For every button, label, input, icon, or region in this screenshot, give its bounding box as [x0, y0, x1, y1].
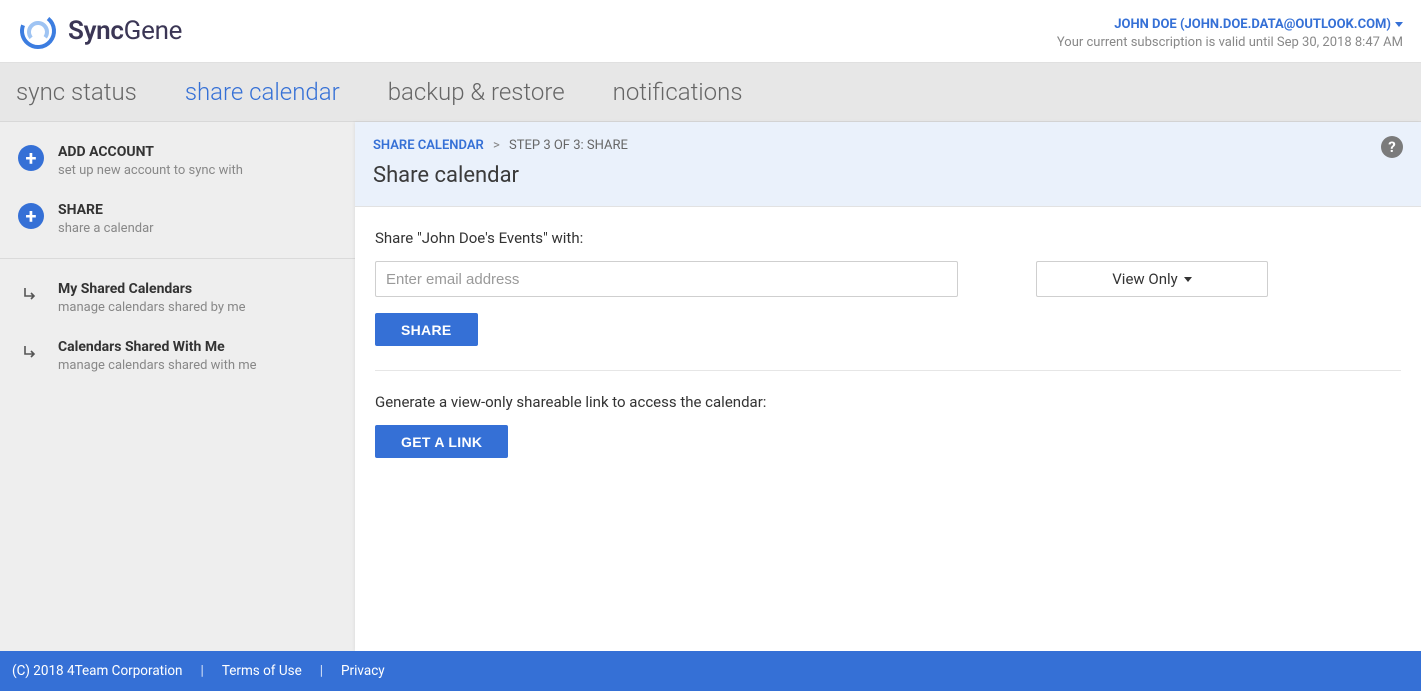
sidebar-item-sub: manage calendars shared by me — [58, 300, 246, 315]
sidebar-item-title: My Shared Calendars — [58, 281, 246, 297]
permission-dropdown[interactable]: View Only — [1036, 261, 1268, 297]
subscription-status: Your current subscription is valid until… — [1057, 35, 1403, 50]
breadcrumb-sep: > — [487, 138, 506, 153]
get-link-button[interactable]: GET A LINK — [375, 425, 508, 458]
sidebar-secondary: My Shared Calendars manage calendars sha… — [0, 259, 355, 395]
panel-body: Share "John Doe's Events" with: View Onl… — [355, 207, 1421, 480]
email-input[interactable] — [375, 261, 958, 297]
panel-title: Share calendar — [373, 163, 1403, 188]
sidebar-item-sub: set up new account to sync with — [58, 163, 243, 178]
link-label: Generate a view-only shareable link to a… — [375, 393, 1401, 411]
breadcrumb: SHARE CALENDAR > STEP 3 OF 3: SHARE — [373, 138, 1403, 153]
plus-icon: + — [18, 145, 44, 171]
sidebar-share[interactable]: + SHARE share a calendar — [0, 190, 355, 248]
plus-icon: + — [18, 203, 44, 229]
logo-text: SyncGene — [68, 16, 182, 46]
footer: (C) 2018 4Team Corporation | Terms of Us… — [0, 651, 1421, 691]
sidebar-shared-with-me[interactable]: Calendars Shared With Me manage calendar… — [0, 327, 355, 385]
share-button[interactable]: SHARE — [375, 313, 478, 346]
sidebar-item-sub: share a calendar — [58, 221, 154, 236]
sidebar-my-shared[interactable]: My Shared Calendars manage calendars sha… — [0, 269, 355, 327]
footer-sep: | — [201, 663, 204, 679]
share-form-row: View Only — [375, 261, 1401, 297]
help-icon[interactable]: ? — [1381, 136, 1403, 158]
nav-share-calendar[interactable]: share calendar — [161, 78, 364, 106]
panel-header: SHARE CALENDAR > STEP 3 OF 3: SHARE Shar… — [355, 122, 1421, 207]
breadcrumb-step: STEP 3 OF 3: SHARE — [509, 138, 628, 153]
main-nav: sync status share calendar backup & rest… — [0, 63, 1421, 122]
sidebar-item-sub: manage calendars shared with me — [58, 358, 257, 373]
chevron-down-icon — [1395, 22, 1403, 27]
sidebar-add-account[interactable]: + ADD ACCOUNT set up new account to sync… — [0, 132, 355, 190]
footer-terms[interactable]: Terms of Use — [222, 663, 302, 679]
content: + ADD ACCOUNT set up new account to sync… — [0, 122, 1421, 651]
share-with-label: Share "John Doe's Events" with: — [375, 229, 1401, 247]
top-bar: SyncGene JOHN DOE (JOHN.DOE.DATA@OUTLOOK… — [0, 0, 1421, 63]
footer-privacy[interactable]: Privacy — [341, 663, 385, 679]
permission-selected: View Only — [1112, 270, 1178, 288]
sidebar-primary: + ADD ACCOUNT set up new account to sync… — [0, 122, 355, 259]
user-area: JOHN DOE (JOHN.DOE.DATA@OUTLOOK.COM) You… — [1057, 13, 1403, 50]
footer-sep: | — [320, 663, 323, 679]
nav-notifications[interactable]: notifications — [589, 78, 767, 106]
logo[interactable]: SyncGene — [18, 11, 182, 51]
arrow-sub-icon — [18, 282, 44, 308]
arrow-sub-icon — [18, 340, 44, 366]
logo-icon — [18, 11, 58, 51]
sidebar-item-title: ADD ACCOUNT — [58, 144, 243, 160]
footer-copyright: (C) 2018 4Team Corporation — [12, 663, 183, 679]
divider — [375, 370, 1401, 371]
sidebar: + ADD ACCOUNT set up new account to sync… — [0, 122, 355, 651]
breadcrumb-root[interactable]: SHARE CALENDAR — [373, 138, 484, 153]
user-display: JOHN DOE (JOHN.DOE.DATA@OUTLOOK.COM) — [1114, 17, 1391, 32]
main-panel: SHARE CALENDAR > STEP 3 OF 3: SHARE Shar… — [355, 122, 1421, 651]
caret-down-icon — [1184, 277, 1192, 282]
sidebar-item-title: Calendars Shared With Me — [58, 339, 257, 355]
user-menu[interactable]: JOHN DOE (JOHN.DOE.DATA@OUTLOOK.COM) — [1114, 17, 1403, 32]
nav-sync-status[interactable]: sync status — [16, 78, 161, 106]
sidebar-item-title: SHARE — [58, 202, 154, 218]
nav-backup-restore[interactable]: backup & restore — [364, 78, 589, 106]
